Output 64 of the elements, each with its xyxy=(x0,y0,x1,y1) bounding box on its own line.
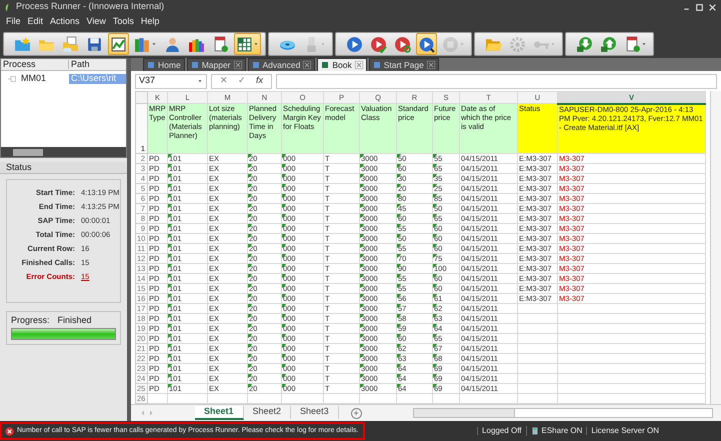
folder-icon xyxy=(62,36,79,52)
column-header: Process xyxy=(1,60,69,70)
add-sheet-button[interactable]: + xyxy=(350,408,362,418)
panel-title: Status xyxy=(0,162,127,174)
play-icon xyxy=(418,36,435,52)
scrollbar[interactable] xyxy=(1,147,126,157)
tab-label: Advanced xyxy=(262,60,300,70)
folder-icon xyxy=(14,36,31,52)
tree-node-icon xyxy=(5,74,19,83)
tab-label: Home xyxy=(158,60,181,70)
status-text: License Server ON xyxy=(591,426,659,436)
process-name[interactable]: MM01 xyxy=(21,74,46,84)
download-icon xyxy=(576,36,593,52)
progress-state: Finished xyxy=(58,316,92,326)
name-box[interactable]: V37 xyxy=(135,74,207,88)
next-sheet-icon[interactable] xyxy=(147,409,155,417)
menu-item[interactable]: Tools xyxy=(110,16,137,28)
upload-icon xyxy=(600,36,617,52)
save-icon xyxy=(86,36,103,52)
progress-label: Progress: xyxy=(11,316,50,326)
status-text: Logged Off xyxy=(482,426,522,436)
previous-sheet-icon[interactable] xyxy=(139,409,147,417)
insert-function-button[interactable]: fx xyxy=(256,76,264,86)
cancel-button[interactable]: ✕ xyxy=(220,76,228,86)
spreadsheet-icon xyxy=(236,36,253,52)
gear-icon xyxy=(509,36,526,52)
tab-label: Book xyxy=(332,60,352,70)
play-icon xyxy=(394,36,411,52)
toolbar-button[interactable] xyxy=(108,33,129,55)
toolbar-button[interactable] xyxy=(234,33,261,55)
tab-label: Start Page xyxy=(384,60,424,70)
column-header: Path xyxy=(70,60,91,70)
error-icon xyxy=(5,426,14,436)
sheet-tab[interactable]: Sheet1 xyxy=(195,406,244,420)
formula-input[interactable] xyxy=(276,74,717,88)
person-icon xyxy=(164,36,181,52)
menu-item[interactable]: View xyxy=(84,16,109,28)
stop-icon xyxy=(442,36,459,52)
window-title: Process Runner - (Innowera Internal) xyxy=(16,2,164,12)
enter-button[interactable]: ✓ xyxy=(238,76,246,86)
maximize-icon[interactable] xyxy=(695,2,704,12)
menu-item[interactable]: Actions xyxy=(47,16,83,28)
scrollbar[interactable] xyxy=(413,408,713,418)
status-text: EShare ON xyxy=(542,426,582,436)
sheet-tab[interactable]: Sheet2 xyxy=(244,406,292,420)
toolbar-button[interactable] xyxy=(416,33,437,55)
play-icon xyxy=(346,36,363,52)
scrollbar[interactable] xyxy=(710,91,721,404)
play-icon xyxy=(370,36,387,52)
tab[interactable]: Mapper xyxy=(186,58,246,71)
tab[interactable]: Start Page xyxy=(368,58,439,71)
tab-label: Mapper xyxy=(202,60,231,70)
tab[interactable]: Advanced xyxy=(248,58,316,71)
tab[interactable]: Home xyxy=(143,58,185,71)
menu-item[interactable]: Edit xyxy=(24,16,46,28)
server-icon xyxy=(530,426,538,436)
sheet-tab[interactable]: Sheet3 xyxy=(291,406,339,420)
menu-item[interactable]: File xyxy=(3,16,24,28)
tab[interactable]: Book xyxy=(317,58,367,71)
books-icon xyxy=(134,36,151,52)
cell-reference: V37 xyxy=(139,76,156,86)
caret-icon xyxy=(197,78,203,84)
menu-item[interactable]: Help xyxy=(138,16,162,28)
chart-icon xyxy=(110,36,127,52)
